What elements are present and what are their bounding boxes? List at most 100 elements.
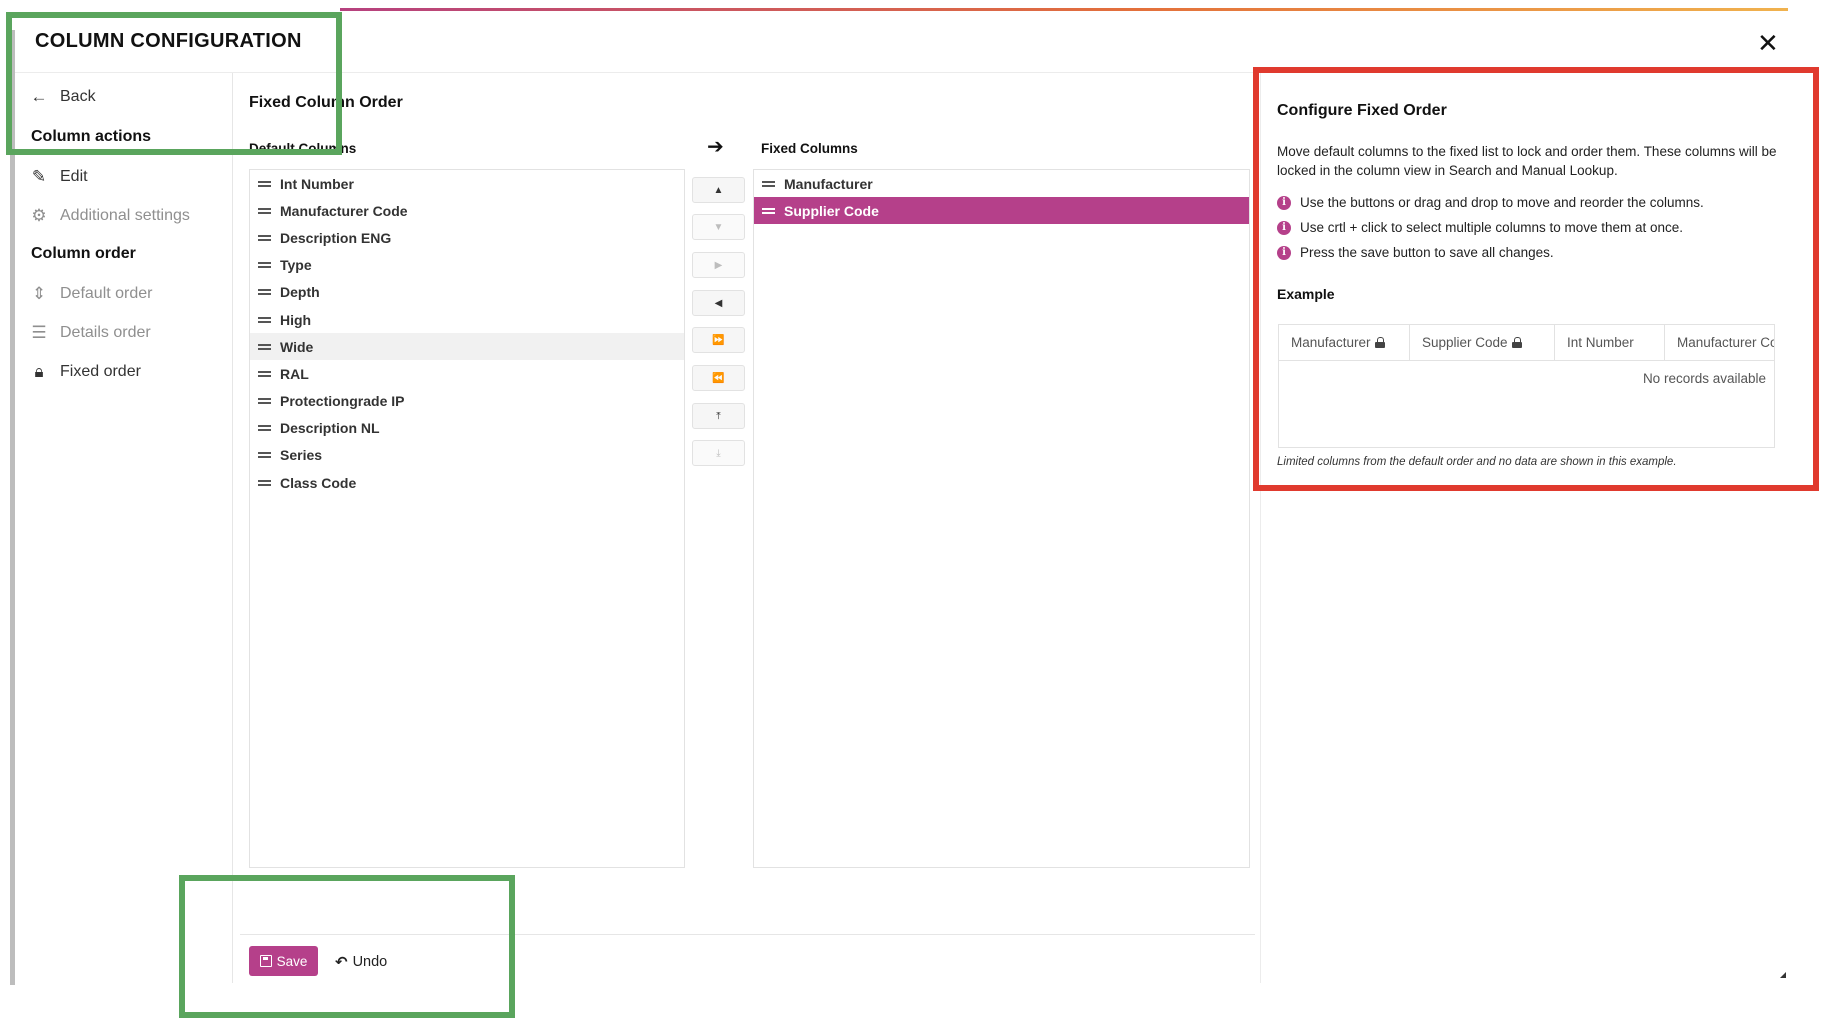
drag-handle-icon (258, 207, 272, 215)
list-icon: ☰ (31, 323, 47, 342)
help-tip-text: Use crtl + click to select multiple colu… (1300, 220, 1684, 235)
list-item[interactable]: Int Number (250, 170, 684, 197)
list-item[interactable]: Manufacturer (754, 170, 1249, 197)
panel-divider (1260, 73, 1261, 983)
sidebar-item-label: Default order (60, 285, 153, 302)
list-item[interactable]: Class Code (250, 469, 684, 496)
section-title: Fixed Column Order (249, 94, 403, 111)
list-item-label: Manufacturer (784, 175, 873, 192)
list-item[interactable]: Wide (250, 333, 684, 361)
example-table: Manufacturer Supplier Code Int Number Ma… (1278, 324, 1775, 448)
list-item[interactable]: Series (250, 442, 684, 469)
sidebar: ← Back Column actions ✎ Edit ⚙ Additiona… (15, 73, 233, 983)
drag-handle-icon (258, 343, 272, 351)
move-to-top-button[interactable]: ⤒ (692, 403, 745, 429)
example-column-header: Manufacturer (1279, 325, 1410, 360)
list-item-label: Class Code (280, 474, 357, 491)
drag-handle-icon (258, 234, 272, 242)
drag-handle-icon (258, 180, 272, 188)
list-item-label: Int Number (280, 175, 354, 192)
list-item[interactable]: Supplier Code (754, 197, 1249, 225)
list-item-label: Manufacturer Code (280, 202, 408, 219)
list-item[interactable]: RAL (250, 360, 684, 387)
move-all-right-button[interactable]: ⏩ (692, 327, 745, 353)
list-item-label: Description NL (280, 420, 380, 437)
sidebar-item-default-order[interactable]: ⇕ Default order (29, 284, 153, 304)
arrow-right-icon: ➔ (707, 136, 724, 158)
arrow-left-icon: ← (30, 87, 48, 106)
sidebar-item-fixed-order[interactable]: 🔒︎ Fixed order (29, 362, 141, 382)
drag-handle-icon (258, 451, 272, 459)
list-item[interactable]: Protectiongrade IP (250, 388, 684, 415)
default-columns-list[interactable]: Int Number Manufacturer Code Description E… (249, 169, 685, 868)
move-left-button[interactable]: ◀ (692, 290, 745, 316)
sidebar-item-edit[interactable]: ✎ Edit (29, 167, 88, 187)
list-item-label: Protectiongrade IP (280, 393, 405, 410)
help-tip-text: Use the buttons or drag and drop to move… (1300, 195, 1704, 210)
move-up-button[interactable]: ▲ (692, 177, 745, 203)
undo-icon: ↶ (335, 954, 348, 971)
list-item[interactable]: Type (250, 252, 684, 279)
undo-button[interactable]: ↶ Undo (335, 953, 387, 971)
save-label: Save (276, 953, 308, 969)
list-item[interactable]: High (250, 306, 684, 333)
resize-handle[interactable] (1780, 972, 1786, 978)
drag-handle-icon (258, 424, 272, 432)
info-icon: i (1277, 195, 1291, 210)
sidebar-item-label: Additional settings (60, 207, 190, 224)
save-button[interactable]: Save (249, 946, 318, 976)
example-note: Limited columns from the default order a… (1277, 456, 1677, 468)
close-button[interactable]: ✕ (1757, 28, 1779, 58)
example-table-header: Manufacturer Supplier Code Int Number Ma… (1279, 325, 1774, 361)
fixed-columns-list[interactable]: Manufacturer Supplier Code (753, 169, 1250, 868)
back-label: Back (60, 88, 96, 105)
drag-handle-icon (258, 479, 272, 487)
sidebar-item-additional-settings[interactable]: ⚙ Additional settings (29, 206, 190, 226)
drag-handle-icon (258, 261, 272, 269)
drag-handle-icon (258, 370, 272, 378)
dialog-title: COLUMN CONFIGURATION (35, 30, 302, 52)
list-item-label: Wide (280, 338, 314, 355)
header-gradient-line (340, 8, 1788, 11)
list-item[interactable]: Manufacturer Code (250, 197, 684, 224)
lock-icon (1374, 337, 1385, 348)
drag-handle-icon (258, 316, 272, 324)
section-heading-column-actions: Column actions (31, 128, 152, 145)
list-item-label: Type (280, 257, 312, 274)
example-column-header: Int Number (1555, 325, 1665, 360)
list-item[interactable]: Description ENG (250, 224, 684, 251)
sidebar-item-label: Details order (60, 324, 151, 341)
sidebar-item-label: Fixed order (60, 363, 141, 380)
section-heading-column-order: Column order (31, 245, 136, 262)
fixed-columns-header: Fixed Columns (761, 141, 858, 156)
list-item-label: High (280, 311, 312, 328)
list-item-label: Description ENG (280, 229, 392, 246)
list-item-label: Series (280, 447, 323, 464)
move-all-left-button[interactable]: ⏪ (692, 365, 745, 391)
list-item[interactable]: Depth (250, 279, 684, 306)
drag-handle-icon (258, 288, 272, 296)
help-title: Configure Fixed Order (1277, 102, 1447, 119)
sidebar-item-details-order[interactable]: ☰ Details order (29, 323, 151, 343)
footer-divider (240, 934, 1255, 935)
list-item[interactable]: Description NL (250, 415, 684, 442)
move-down-button[interactable]: ▼ (692, 214, 745, 240)
move-right-button[interactable]: ▶ (692, 252, 745, 278)
empty-state-text: No records available (1642, 371, 1766, 386)
move-to-bottom-button[interactable]: ⤓ (692, 440, 745, 466)
pencil-icon: ✎ (31, 167, 47, 186)
info-icon: i (1277, 245, 1291, 260)
floppy-disk-icon (259, 955, 272, 967)
example-title: Example (1277, 286, 1335, 302)
help-tip-text: Press the save button to save all change… (1300, 245, 1554, 260)
example-column-header: Supplier Code (1410, 325, 1555, 360)
help-tip: i Use the buttons or drag and drop to mo… (1277, 195, 1704, 210)
list-item-label: Supplier Code (784, 202, 879, 219)
gear-icon: ⚙ (31, 206, 47, 225)
drag-handle-icon (762, 207, 776, 215)
sidebar-item-label: Edit (60, 168, 88, 185)
list-item-label: RAL (280, 365, 309, 382)
lock-icon: 🔒︎ (34, 362, 44, 381)
list-item-label: Depth (280, 284, 320, 301)
back-link[interactable]: ← Back (29, 87, 96, 107)
